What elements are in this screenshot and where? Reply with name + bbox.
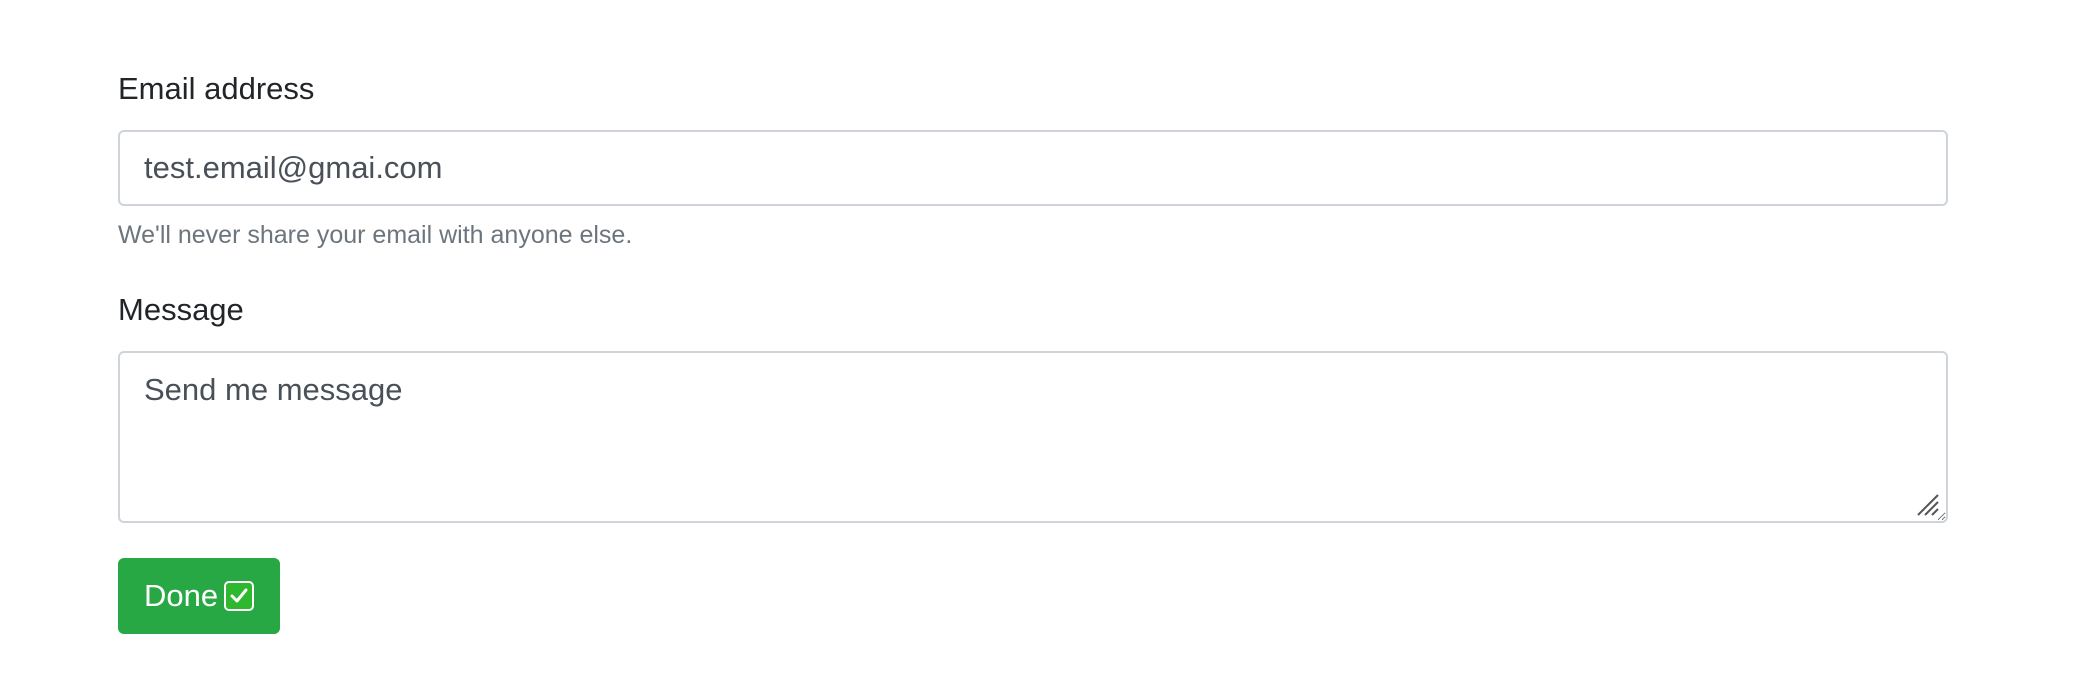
check-mark-button-icon bbox=[224, 581, 255, 611]
email-help-text: We'll never share your email with anyone… bbox=[118, 221, 633, 249]
email-label: Email address bbox=[118, 71, 315, 106]
message-textarea[interactable]: Send me message bbox=[118, 351, 1948, 523]
done-button[interactable]: Done bbox=[118, 558, 281, 634]
message-label: Message bbox=[118, 292, 244, 327]
email-input[interactable] bbox=[118, 130, 1948, 206]
done-button-label: Done bbox=[144, 578, 219, 613]
